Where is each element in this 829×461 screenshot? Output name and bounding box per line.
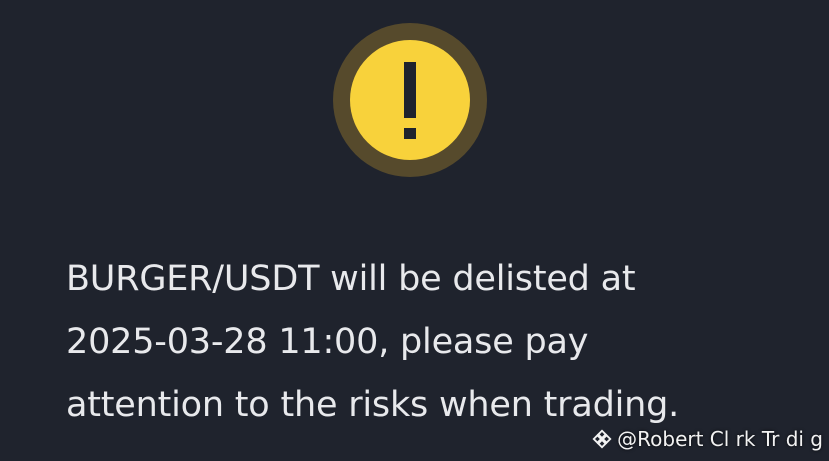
delisting-notice-text: BURGER/USDT will be delisted at 2025-03-… xyxy=(66,248,806,437)
watermark: @Robert Cl rk Tr di g xyxy=(591,427,823,451)
exclamation-bar xyxy=(404,62,416,118)
warning-icon-ring xyxy=(333,23,487,177)
exclamation-warning-icon xyxy=(350,40,470,160)
binance-diamond-logo-icon xyxy=(592,429,612,449)
watermark-text: @Robert Cl rk Tr di g xyxy=(617,427,823,451)
exclamation-dot xyxy=(404,128,416,139)
notice-line-1: BURGER/USDT will be delisted at xyxy=(66,259,636,299)
notice-line-2: 2025-03-28 11:00, please pay xyxy=(66,322,589,362)
